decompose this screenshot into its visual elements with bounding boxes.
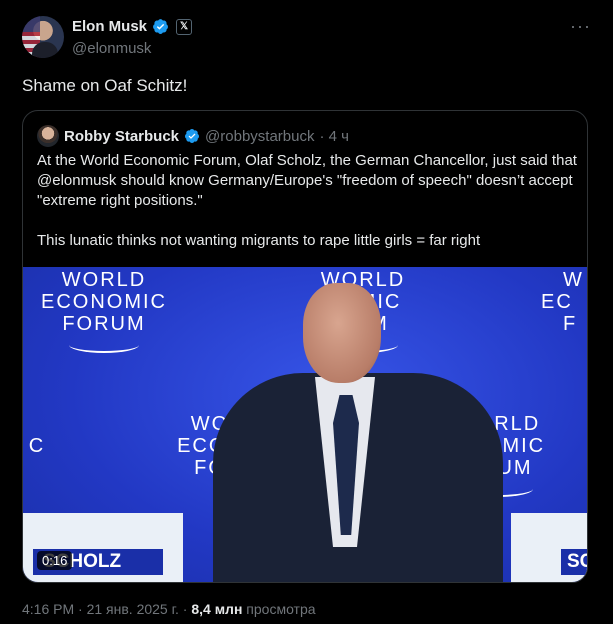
author-handle[interactable]: @elonmusk: [72, 40, 151, 57]
author-avatar[interactable]: [22, 16, 64, 58]
quoted-author-name[interactable]: Robby Starbuck: [64, 128, 179, 145]
tweet-meta: 4:16 PM · 21 янв. 2025 г. · 8,4 млн прос…: [22, 601, 316, 617]
video-duration: 0:16: [37, 551, 73, 570]
quoted-text: At the World Economic Forum, Olaf Scholz…: [37, 151, 577, 251]
quoted-tweet[interactable]: Robby Starbuck @robbystarbuck · 4 ч At t…: [22, 110, 588, 583]
speaker-figure: [203, 277, 513, 582]
tweet-timestamp[interactable]: 4:16 PM · 21 янв. 2025 г. ·: [22, 601, 191, 617]
quoted-header: Robby Starbuck @robbystarbuck · 4 ч: [37, 125, 349, 147]
verified-badge-icon: [153, 19, 168, 34]
wef-logo: WORLD ECONOMIC FORUM: [29, 269, 179, 353]
affiliate-badge-icon: 𝕏: [176, 18, 193, 35]
avatar-figure: [32, 42, 58, 58]
author-name[interactable]: Elon Musk: [72, 18, 147, 35]
wef-logo: W EC F: [541, 269, 584, 335]
verified-badge-icon: [185, 129, 200, 143]
view-count[interactable]: 8,4 млн: [191, 601, 242, 617]
video-player[interactable]: WORLD ECONOMIC FORUM WORLD NOMIC RUM W E…: [23, 267, 587, 582]
tweet-text: Shame on Oaf Schitz!: [22, 76, 188, 95]
quoted-author-avatar[interactable]: [37, 125, 59, 147]
quoted-paragraph: At the World Economic Forum, Olaf Scholz…: [37, 152, 577, 209]
wef-logo: C: [28, 435, 46, 457]
quoted-time[interactable]: · 4 ч: [319, 128, 349, 145]
quoted-paragraph: This lunatic thinks not wanting migrants…: [37, 232, 481, 249]
author-name-row: Elon Musk 𝕏: [72, 18, 193, 35]
view-label: просмотра: [242, 601, 316, 617]
quoted-author-handle[interactable]: @robbystarbuck: [205, 128, 314, 145]
more-options-icon[interactable]: ···: [570, 16, 591, 37]
nameplate: SC: [561, 549, 587, 575]
